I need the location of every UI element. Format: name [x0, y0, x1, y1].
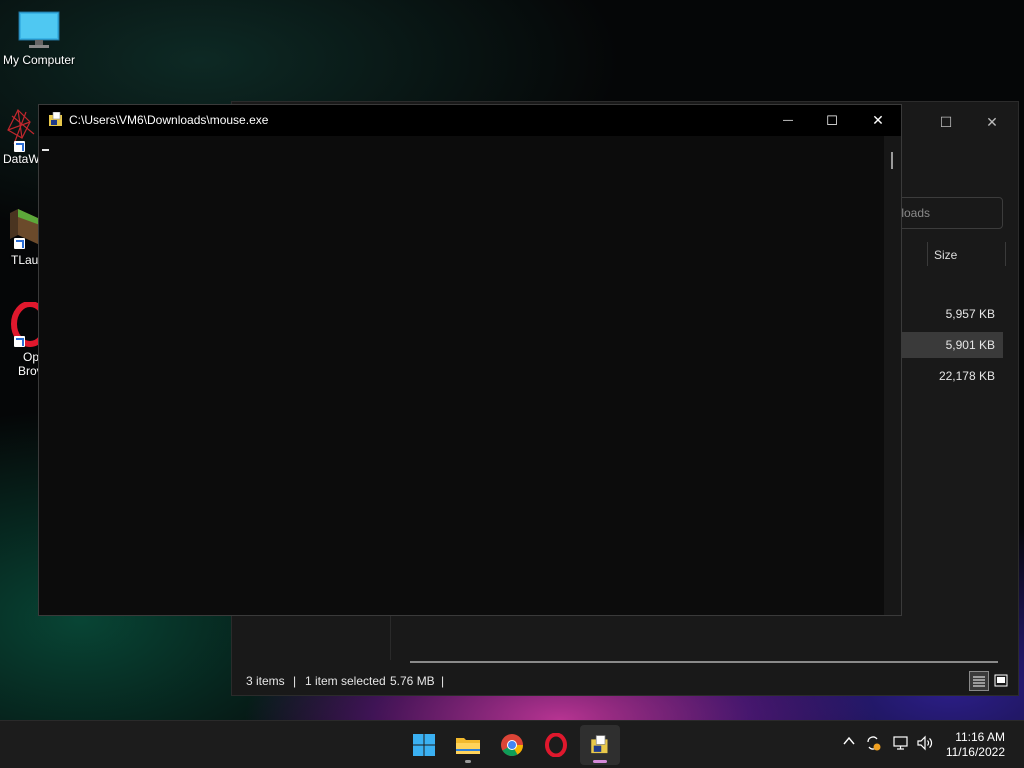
system-clock[interactable]: 11:16 AM 11/16/2022 — [946, 730, 1005, 760]
sync-icon[interactable] — [864, 734, 882, 755]
console-window[interactable]: C:\Users\VM6\Downloads\mouse.exe — ☐ ✕ — [38, 104, 902, 616]
column-header-size[interactable]: Size — [934, 248, 957, 262]
column-divider — [1005, 242, 1006, 266]
active-indicator — [593, 760, 607, 763]
file-size-cell[interactable]: 5,957 KB — [897, 301, 1003, 327]
status-item-count: 3 items — [246, 674, 285, 688]
desktop-icon-label: Brov — [18, 364, 43, 378]
network-icon[interactable] — [892, 734, 910, 755]
desktop-icon-label: TLaun — [11, 253, 46, 267]
console-titlebar[interactable]: C:\Users\VM6\Downloads\mouse.exe — ☐ ✕ — [39, 105, 901, 136]
app-icon — [49, 112, 62, 126]
start-button[interactable] — [404, 725, 444, 765]
app-icon — [591, 735, 608, 754]
monitor-icon — [18, 11, 60, 48]
desktop-icon-datawarrior[interactable]: DataW — [0, 108, 40, 166]
shortcut-arrow-icon — [14, 141, 25, 152]
taskbar-file-explorer[interactable] — [448, 725, 488, 765]
status-divider: | — [441, 674, 445, 688]
close-button[interactable]: ✕ — [970, 108, 1014, 136]
console-title: C:\Users\VM6\Downloads\mouse.exe — [69, 113, 269, 127]
taskbar: 11:16 AM 11/16/2022 — [0, 720, 1024, 768]
file-size-cell[interactable]: 5,901 KB — [897, 332, 1003, 358]
status-divider: | — [293, 674, 297, 688]
taskbar-opera[interactable] — [536, 725, 576, 765]
nav-pane-divider — [390, 614, 391, 660]
vertical-scrollbar[interactable] — [884, 136, 901, 615]
large-icons-view-icon — [994, 674, 1008, 687]
console-output[interactable] — [39, 136, 884, 615]
column-divider — [927, 242, 928, 266]
desktop-icon-opera[interactable]: Op Brov — [0, 302, 44, 378]
folder-icon — [456, 738, 480, 754]
shortcut-arrow-icon — [14, 238, 25, 249]
windows-logo-icon — [413, 734, 435, 756]
taskbar-chrome[interactable] — [492, 725, 532, 765]
details-view-button[interactable] — [969, 671, 989, 691]
minimize-button[interactable]: — — [765, 105, 811, 136]
volume-icon[interactable] — [916, 734, 934, 755]
desktop-icon-tlauncher[interactable]: TLaun — [0, 205, 46, 267]
details-view-icon — [973, 676, 985, 687]
text-cursor — [42, 149, 49, 151]
close-button[interactable]: ✕ — [855, 105, 901, 136]
taskbar-mouse-exe[interactable] — [580, 725, 620, 765]
status-selected-size: 5.76 MB — [390, 674, 435, 688]
status-selected: 1 item selected — [305, 674, 386, 688]
chrome-icon — [501, 734, 523, 756]
large-icons-view-button[interactable] — [991, 671, 1011, 691]
horizontal-scrollbar[interactable] — [410, 661, 998, 663]
desktop-icon-label: Op — [23, 350, 40, 364]
maximize-button[interactable]: ☐ — [924, 108, 968, 136]
desktop-icon-my-computer[interactable]: My Computer — [0, 10, 78, 67]
desktop-icon-label: DataW — [3, 152, 40, 166]
show-hidden-icons-chevron-icon[interactable] — [842, 734, 856, 751]
opera-icon — [545, 733, 567, 757]
maximize-button[interactable]: ☐ — [809, 105, 855, 136]
clock-date: 11/16/2022 — [945, 745, 1005, 759]
clock-time: 11:16 AM — [955, 730, 1005, 744]
file-size-cell[interactable]: 22,178 KB — [897, 363, 1003, 389]
scrollbar-thumb[interactable] — [891, 152, 893, 169]
desktop-icon-label: My Computer — [2, 53, 76, 67]
running-indicator — [465, 760, 471, 763]
shortcut-arrow-icon — [14, 336, 25, 347]
status-bar: 3 items | 1 item selected 5.76 MB | — [232, 668, 1018, 694]
